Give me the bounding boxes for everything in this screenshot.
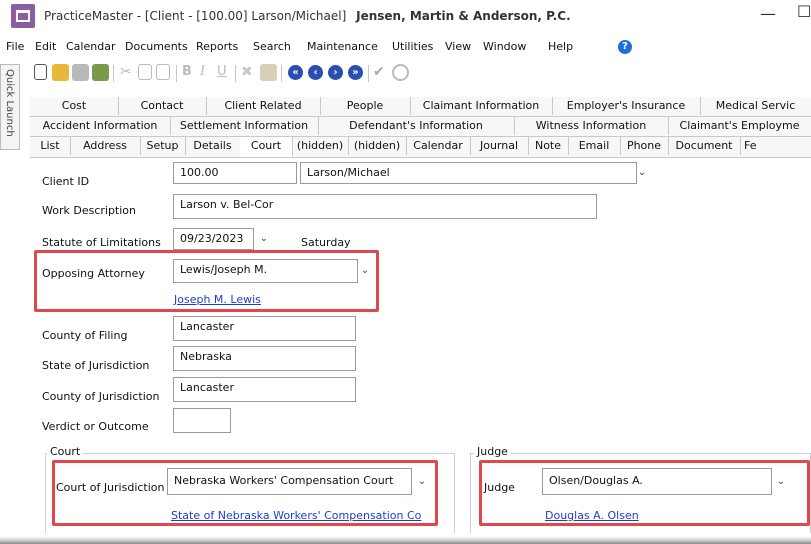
firm-name: Jensen, Martin & Anderson, P.C.	[356, 9, 571, 23]
last-record-icon[interactable]: »	[348, 65, 363, 80]
menu-utilities[interactable]: Utilities	[392, 40, 433, 53]
restore-button[interactable]: ☐	[797, 2, 811, 21]
tab-details[interactable]: Details	[185, 137, 241, 155]
judge-group-title: Judge	[474, 445, 511, 458]
menu-view[interactable]: View	[445, 40, 471, 53]
tab-medical-services[interactable]: Medical Servic	[700, 97, 811, 115]
tab-phone[interactable]: Phone	[620, 137, 669, 155]
menu-help[interactable]: Help	[548, 40, 573, 53]
tab-people[interactable]: People	[320, 97, 411, 115]
statute-date-field[interactable]: 09/23/2023	[173, 228, 254, 250]
judge-highlight	[479, 460, 810, 526]
tab-journal[interactable]: Journal	[470, 137, 529, 155]
county-of-jurisdiction-label: County of Jurisdiction	[42, 390, 160, 403]
tab-row-3: List Address Setup Details Court (hidden…	[30, 137, 811, 158]
state-of-jurisdiction-label: State of Jurisdiction	[42, 359, 150, 372]
menu-search[interactable]: Search	[253, 40, 291, 53]
menu-edit[interactable]: Edit	[35, 40, 56, 53]
client-id-label: Client ID	[42, 175, 90, 188]
work-description-field[interactable]: Larson v. Bel-Cor	[173, 194, 597, 219]
county-of-jurisdiction-field[interactable]: Lancaster	[173, 377, 356, 402]
state-of-jurisdiction-field[interactable]: Nebraska	[173, 346, 356, 371]
minimize-button[interactable]: —	[760, 4, 776, 23]
tab-hidden-1[interactable]: (hidden)	[292, 137, 349, 155]
tab-row-1: Cost Contact Client Related People Claim…	[30, 97, 811, 117]
torn-edge	[0, 533, 811, 544]
court-group-title: Court	[47, 445, 84, 458]
quick-launch-panel[interactable]: Quick Launch	[0, 64, 20, 150]
tab-accident-information[interactable]: Accident Information	[30, 117, 171, 135]
first-record-icon[interactable]: «	[288, 65, 303, 80]
menu-window[interactable]: Window	[483, 40, 526, 53]
quick-launch-label: Quick Launch	[4, 69, 15, 137]
tab-court[interactable]: Court	[240, 137, 293, 157]
statute-date-chevron-icon[interactable]: ⌄	[256, 228, 272, 250]
county-of-filing-label: County of Filing	[42, 329, 128, 342]
menu-reports[interactable]: Reports	[196, 40, 238, 53]
paste-icon[interactable]	[156, 64, 170, 80]
court-highlight	[52, 460, 438, 526]
statute-day-text: Saturday	[301, 236, 351, 249]
client-id-field[interactable]: 100.00	[173, 162, 297, 184]
next-record-icon[interactable]: ›	[328, 65, 343, 80]
menu-calendar[interactable]: Calendar	[66, 40, 115, 53]
save-close-icon[interactable]	[92, 64, 109, 81]
new-icon[interactable]	[34, 64, 47, 80]
app-icon[interactable]	[11, 4, 35, 28]
tab-row-2: Accident Information Settlement Informat…	[30, 117, 811, 137]
tab-witness-information[interactable]: Witness Information	[514, 117, 669, 135]
court-panel: Client ID 100.00 Larson/Michael ⌄ Work D…	[30, 159, 811, 544]
menu-file[interactable]: File	[6, 40, 24, 53]
tab-settlement-information[interactable]: Settlement Information	[170, 117, 319, 135]
underline-icon[interactable]: U	[217, 64, 234, 81]
tab-setup[interactable]: Setup	[140, 137, 186, 155]
opposing-attorney-highlight	[34, 250, 379, 312]
tab-address[interactable]: Address	[70, 137, 141, 155]
menu-bar: File Edit Calendar Documents Reports Sea…	[0, 38, 811, 58]
tab-calendar[interactable]: Calendar	[406, 137, 471, 155]
find-icon[interactable]	[260, 64, 277, 81]
county-of-filing-field[interactable]: Lancaster	[173, 316, 356, 341]
check-icon[interactable]: ✔	[373, 64, 390, 81]
tab-claimant-information[interactable]: Claimant Information	[410, 97, 553, 115]
tab-fee[interactable]: Fe	[740, 137, 811, 155]
tab-email[interactable]: Email	[568, 137, 621, 155]
help-icon[interactable]: ?	[618, 40, 632, 54]
tab-contact[interactable]: Contact	[118, 97, 207, 115]
verdict-or-outcome-field[interactable]	[173, 408, 231, 433]
tab-client-related[interactable]: Client Related	[206, 97, 321, 115]
verdict-or-outcome-label: Verdict or Outcome	[42, 420, 149, 433]
tab-employers-insurance[interactable]: Employer's Insurance	[552, 97, 701, 115]
delete-icon[interactable]: ✖	[241, 64, 258, 81]
menu-maintenance[interactable]: Maintenance	[307, 40, 378, 53]
cut-icon[interactable]: ✂	[120, 64, 137, 81]
client-dropdown-chevron-icon[interactable]: ⌄	[634, 162, 650, 184]
statute-of-limitations-label: Statute of Limitations	[42, 236, 161, 249]
client-name-field[interactable]: Larson/Michael	[300, 162, 637, 184]
tab-cost[interactable]: Cost	[30, 97, 119, 115]
tab-document[interactable]: Document	[668, 137, 741, 155]
italic-icon[interactable]: I	[200, 64, 217, 81]
toolbar: ✂ B I U ✖ « ‹ › » ✔	[30, 62, 811, 86]
copy-icon[interactable]	[138, 64, 152, 80]
tab-defendants-information[interactable]: Defendant's Information	[318, 117, 515, 135]
tab-list[interactable]: List	[30, 137, 71, 155]
tab-claimants-employment[interactable]: Claimant's Employme	[668, 117, 811, 135]
tab-hidden-2[interactable]: (hidden)	[348, 137, 407, 155]
work-description-label: Work Description	[42, 204, 136, 217]
tab-note[interactable]: Note	[528, 137, 569, 155]
cancel-icon[interactable]	[392, 64, 409, 81]
menu-documents[interactable]: Documents	[125, 40, 188, 53]
previous-record-icon[interactable]: ‹	[308, 65, 323, 80]
bold-icon[interactable]: B	[182, 64, 199, 81]
save-icon[interactable]	[72, 64, 89, 81]
window-title: PracticeMaster - [Client - [100.00] Lars…	[44, 9, 571, 23]
open-icon[interactable]	[52, 64, 69, 81]
title-bar: PracticeMaster - [Client - [100.00] Lars…	[0, 0, 811, 36]
window-title-text: PracticeMaster - [Client - [100.00] Lars…	[44, 9, 347, 23]
